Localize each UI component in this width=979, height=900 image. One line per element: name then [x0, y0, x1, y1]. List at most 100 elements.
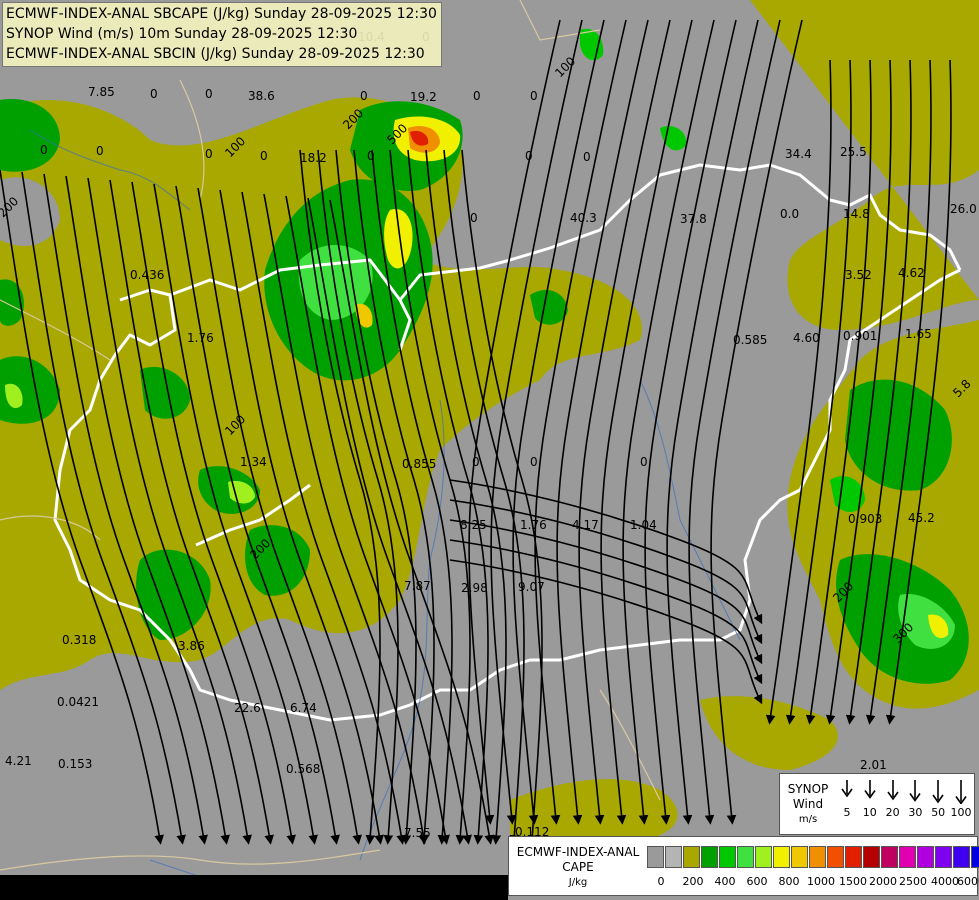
cape-color-swatch [683, 846, 700, 868]
cape-legend-tick: 0 [657, 875, 665, 888]
cape-color-swatch [845, 846, 862, 868]
map-viewport: 10.407.850038.6019.200000018.200034.425.… [0, 0, 979, 900]
map-value-label: 0 [472, 455, 480, 469]
cape-color-swatch [881, 846, 898, 868]
wind-legend-speed: 20 [885, 806, 900, 819]
wind-legend-speed: 10 [862, 806, 877, 819]
wind-legend-arrows: 5 10 20 30 50 100 [836, 778, 972, 819]
map-value-label: 2.01 [860, 758, 887, 772]
map-value-label: 0.318 [62, 633, 96, 647]
map-value-label: 6.74 [290, 701, 317, 715]
arrow-down-icon [864, 780, 876, 799]
map-value-label: 25.5 [840, 145, 867, 159]
map-value-label: 1.04 [630, 518, 657, 532]
map-value-label: 1.65 [905, 327, 932, 341]
cape-color-swatch [863, 846, 880, 868]
cape-legend: ECMWF-INDEX-ANAL CAPE J/kg 0 200 400 600 800… [508, 836, 979, 896]
map-value-label: 0.585 [733, 333, 767, 347]
wind-legend: SYNOP Wind m/s 5 10 20 30 50 100 [779, 773, 975, 835]
title-line-cape: ECMWF-INDEX-ANAL SBCAPE (J/kg) Sunday 28… [6, 6, 437, 22]
cape-color-swatch [773, 846, 790, 868]
cape-legend-ticks: 0 200 400 600 800 1000 150020002500 40006000 [649, 875, 979, 891]
map-value-label: 0 [360, 89, 368, 103]
arrow-down-icon [841, 780, 853, 798]
map-value-label: 34.4 [785, 147, 812, 161]
map-value-label: 0 [530, 89, 538, 103]
map-value-label: 8.25 [460, 518, 487, 532]
map-value-label: 0.901 [843, 329, 877, 343]
cape-legend-tick: 2500 [899, 875, 927, 888]
cape-color-swatch [665, 846, 682, 868]
arrow-down-icon [955, 780, 967, 804]
map-value-label: 1.76 [187, 331, 214, 345]
map-value-label: 0.855 [402, 457, 436, 471]
map-value-label: 14.8 [843, 207, 870, 221]
map-value-label: 19.2 [410, 90, 437, 104]
wind-legend-arrow: 5 [836, 778, 858, 819]
cape-legend-tick: 1500 [839, 875, 867, 888]
cape-legend-tick: 200 [682, 875, 704, 888]
map-value-label: 3.52 [845, 268, 872, 282]
wind-legend-speed: 5 [843, 806, 851, 819]
cape-color-swatch [719, 846, 736, 868]
cape-legend-tick: 800 [778, 875, 800, 888]
map-value-label: 0 [473, 89, 481, 103]
cape-legend-tick: 4000 [931, 875, 959, 888]
map-value-label: 0 [205, 147, 213, 161]
map-value-label: 38.6 [248, 89, 275, 103]
cape-color-swatch [701, 846, 718, 868]
map-value-label: 0 [260, 149, 268, 163]
title-line-cin: ECMWF-INDEX-ANAL SBCIN (J/kg) Sunday 28-… [6, 46, 425, 62]
map-value-label: 0 [40, 143, 48, 157]
map-value-label: 0 [367, 149, 375, 163]
map-value-label: 0 [150, 87, 158, 101]
map-value-label: 0 [470, 211, 478, 225]
map-value-label: 0.903 [848, 512, 882, 526]
wind-legend-arrow: 100 [950, 778, 972, 819]
title-line-wind: SYNOP Wind (m/s) 10m Sunday 28-09-2025 1… [6, 26, 358, 42]
map-value-label: 7.85 [88, 85, 115, 99]
wind-legend-arrow: 20 [882, 778, 904, 819]
map-title-box: ECMWF-INDEX-ANAL SBCAPE (J/kg) Sunday 28… [2, 2, 442, 67]
wind-legend-arrow: 50 [927, 778, 949, 819]
map-value-label: 3.86 [178, 639, 205, 653]
map-value-label: 37.8 [680, 212, 707, 226]
map-value-label: 7.87 [404, 579, 431, 593]
cape-color-swatch [953, 846, 970, 868]
map-value-label: 0 [205, 87, 213, 101]
wind-legend-arrow: 10 [859, 778, 881, 819]
wind-legend-title: SYNOP Wind m/s [787, 782, 829, 825]
cape-color-swatch [755, 846, 772, 868]
cape-color-bar [647, 846, 979, 868]
cape-legend-tick: 400 [714, 875, 736, 888]
map-value-label: 0.153 [58, 757, 92, 771]
weather-map-canvas: 10.407.850038.6019.200000018.200034.425.… [0, 0, 979, 900]
cape-color-swatch [917, 846, 934, 868]
map-value-label: 1.76 [520, 518, 547, 532]
wind-legend-speed: 30 [908, 806, 923, 819]
map-value-label: 7.55 [404, 826, 431, 840]
map-value-label: 0 [96, 144, 104, 158]
map-value-label: 0.0 [780, 207, 799, 221]
map-value-label: 4.62 [898, 266, 925, 280]
map-value-label: 0.568 [286, 762, 320, 776]
map-value-label: 2.98 [461, 581, 488, 595]
arrow-down-icon [932, 780, 944, 804]
wind-legend-arrow: 30 [904, 778, 926, 819]
map-value-label: 1.34 [240, 455, 267, 469]
map-value-label: 0 [525, 149, 533, 163]
map-value-label: 26.0 [950, 202, 977, 216]
cape-legend-tick: 6000 [957, 875, 979, 888]
map-value-label: 45.2 [908, 511, 935, 525]
wind-legend-speed: 50 [931, 806, 946, 819]
map-value-label: 0.0421 [57, 695, 99, 709]
map-value-label: 0 [640, 455, 648, 469]
map-value-label: 0 [583, 150, 591, 164]
map-value-label: 0.436 [130, 268, 164, 282]
cape-legend-title: ECMWF-INDEX-ANAL CAPE J/kg [516, 845, 640, 888]
cape-color-swatch [935, 846, 952, 868]
cape-color-swatch [737, 846, 754, 868]
bottom-strip [0, 875, 508, 900]
map-value-label: 4.17 [572, 518, 599, 532]
cape-color-swatch [647, 846, 664, 868]
